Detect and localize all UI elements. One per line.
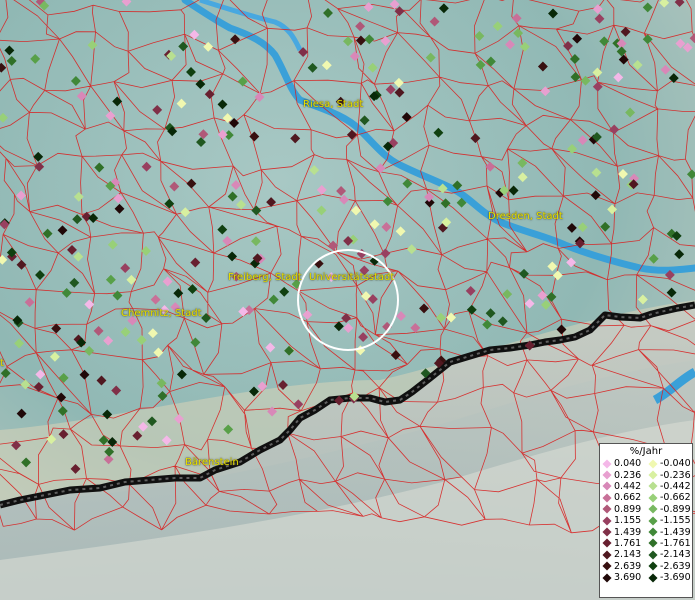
legend-entry-negative: -1.155 [646,515,692,526]
legend-row: 3.690 -3.690 [600,572,692,583]
legend-entry-negative: -0.899 [646,504,692,515]
legend-entry-negative: -0.442 [646,481,692,492]
legend-entry-positive: 1.761 [600,538,646,549]
legend-entry-positive: 0.899 [600,504,646,515]
map-canvas[interactable] [0,0,695,600]
legend: %/Jahr 0.040 -0.040 0.236 -0.236 0.442 -0.442… [599,443,693,598]
legend-value: -1.155 [660,515,691,527]
legend-value: -1.761 [660,537,691,549]
legend-value: 1.761 [614,537,642,549]
legend-entry-positive: 3.690 [600,572,646,583]
legend-value: 0.442 [614,480,642,492]
legend-entry-negative: -2.639 [646,561,692,572]
legend-entry-negative: -0.662 [646,492,692,503]
legend-entry-positive: 0.662 [600,492,646,503]
legend-value: -0.662 [660,492,691,504]
legend-value: -0.236 [660,469,691,481]
legend-value: -0.442 [660,480,691,492]
legend-entry-negative: -1.761 [646,538,692,549]
legend-row: 1.155 -1.155 [600,515,692,526]
legend-swatch [602,527,612,537]
legend-value: 2.143 [614,549,642,561]
legend-entry-negative: -0.236 [646,470,692,481]
city-label-partial: t [0,358,4,369]
legend-value: -1.439 [660,526,691,538]
city-label-baerenstein: Bärenstein [185,457,239,468]
map-view[interactable]: Riesa, Stadt Dresden, Stadt Freiberg, St… [0,0,695,600]
legend-entry-negative: -3.690 [646,572,692,583]
city-label-riesa: Riesa, Stadt [303,99,364,110]
legend-value: 0.040 [614,458,642,470]
legend-swatch [648,493,658,503]
legend-row: 0.040 -0.040 [600,458,692,469]
legend-entry-positive: 0.040 [600,458,646,469]
legend-row: 2.143 -2.143 [600,549,692,560]
legend-value: 0.662 [614,492,642,504]
legend-row: 2.639 -2.639 [600,561,692,572]
legend-entry-negative: -0.040 [646,458,692,469]
legend-value: 1.155 [614,515,642,527]
legend-entry-positive: 0.442 [600,481,646,492]
legend-entry-positive: 2.143 [600,549,646,560]
legend-swatch [648,470,658,480]
legend-entry-positive: 2.639 [600,561,646,572]
legend-swatch [648,459,658,469]
legend-value: 2.639 [614,560,642,572]
legend-swatch [648,538,658,548]
legend-swatch [648,573,658,583]
legend-value: -0.040 [660,458,691,470]
legend-swatch [602,470,612,480]
legend-value: 1.439 [614,526,642,538]
legend-swatch [602,459,612,469]
legend-swatch [648,561,658,571]
legend-row: 0.236 -0.236 [600,469,692,481]
legend-swatch [602,561,612,571]
legend-entry-positive: 0.236 [600,470,646,481]
legend-swatch [602,573,612,583]
legend-value: -2.143 [660,549,691,561]
legend-swatch [602,550,612,560]
legend-row: 0.442 -0.442 [600,481,692,492]
legend-swatch [602,538,612,548]
legend-entry-negative: -2.143 [646,549,692,560]
legend-value: -2.639 [660,560,691,572]
legend-row: 0.899 -0.899 [600,504,692,515]
city-label-freiberg: Freiberg, Stadt [228,272,302,283]
legend-row: 1.439 -1.439 [600,526,692,538]
legend-value: 0.899 [614,503,642,515]
legend-value: 3.690 [614,572,642,584]
legend-value: -3.690 [660,572,691,584]
legend-entry-positive: 1.155 [600,515,646,526]
legend-value: -0.899 [660,503,691,515]
legend-entry-positive: 1.439 [600,527,646,538]
legend-swatch [602,504,612,514]
legend-swatch [602,481,612,491]
legend-entry-negative: -1.439 [646,527,692,538]
legend-swatch [602,493,612,503]
legend-swatch [648,516,658,526]
legend-swatch [602,516,612,526]
legend-rows: 0.040 -0.040 0.236 -0.236 0.442 -0.442 0.662 -0… [600,458,692,583]
legend-row: 1.761 -1.761 [600,538,692,549]
city-label-chemnitz: Chemnitz, Stadt [121,308,202,319]
city-label-dresden: Dresden, Stadt [488,211,563,222]
legend-title: %/Jahr [629,446,663,457]
city-label-universitaetsstadt: Universitätsstadt [309,272,395,283]
legend-swatch [648,481,658,491]
legend-row: 0.662 -0.662 [600,492,692,503]
legend-swatch [648,504,658,514]
legend-swatch [648,527,658,537]
legend-value: 0.236 [614,469,642,481]
legend-swatch [648,550,658,560]
